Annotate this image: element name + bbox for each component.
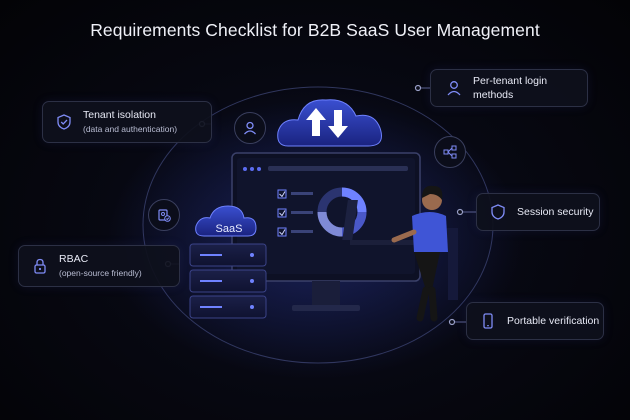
connector-dot [456, 208, 464, 216]
network-icon [443, 145, 457, 159]
connector-dot [448, 318, 456, 326]
id-badge-icon [158, 209, 171, 222]
user-bubble [234, 112, 266, 144]
card-rbac: RBAC (open-source friendly) [18, 245, 180, 287]
card-label: Portable verification [507, 315, 600, 327]
card-label: RBAC [59, 253, 89, 265]
card-sublabel: (data and authentication) [83, 124, 178, 134]
server-label: SaaS [215, 223, 243, 235]
phone-icon [477, 310, 499, 332]
card-login-methods: Per-tenant login methods [430, 69, 588, 107]
shield-icon [487, 201, 509, 223]
card-session-security: Session security [476, 193, 600, 231]
user-icon [244, 121, 256, 135]
connector-dot [414, 84, 422, 92]
lock-icon [29, 255, 51, 277]
user-icon [443, 77, 465, 99]
card-portable-verification: Portable verification [466, 302, 604, 340]
card-label: Per-tenant login methods [473, 75, 548, 101]
badge-bubble [148, 199, 180, 231]
network-bubble [434, 136, 466, 168]
shield-icon [53, 111, 75, 133]
card-sublabel: (open-source friendly) [59, 268, 142, 278]
card-label: Tenant isolation [83, 109, 156, 121]
card-label: Session security [517, 206, 594, 218]
card-tenant-isolation: Tenant isolation (data and authenticatio… [42, 101, 212, 143]
